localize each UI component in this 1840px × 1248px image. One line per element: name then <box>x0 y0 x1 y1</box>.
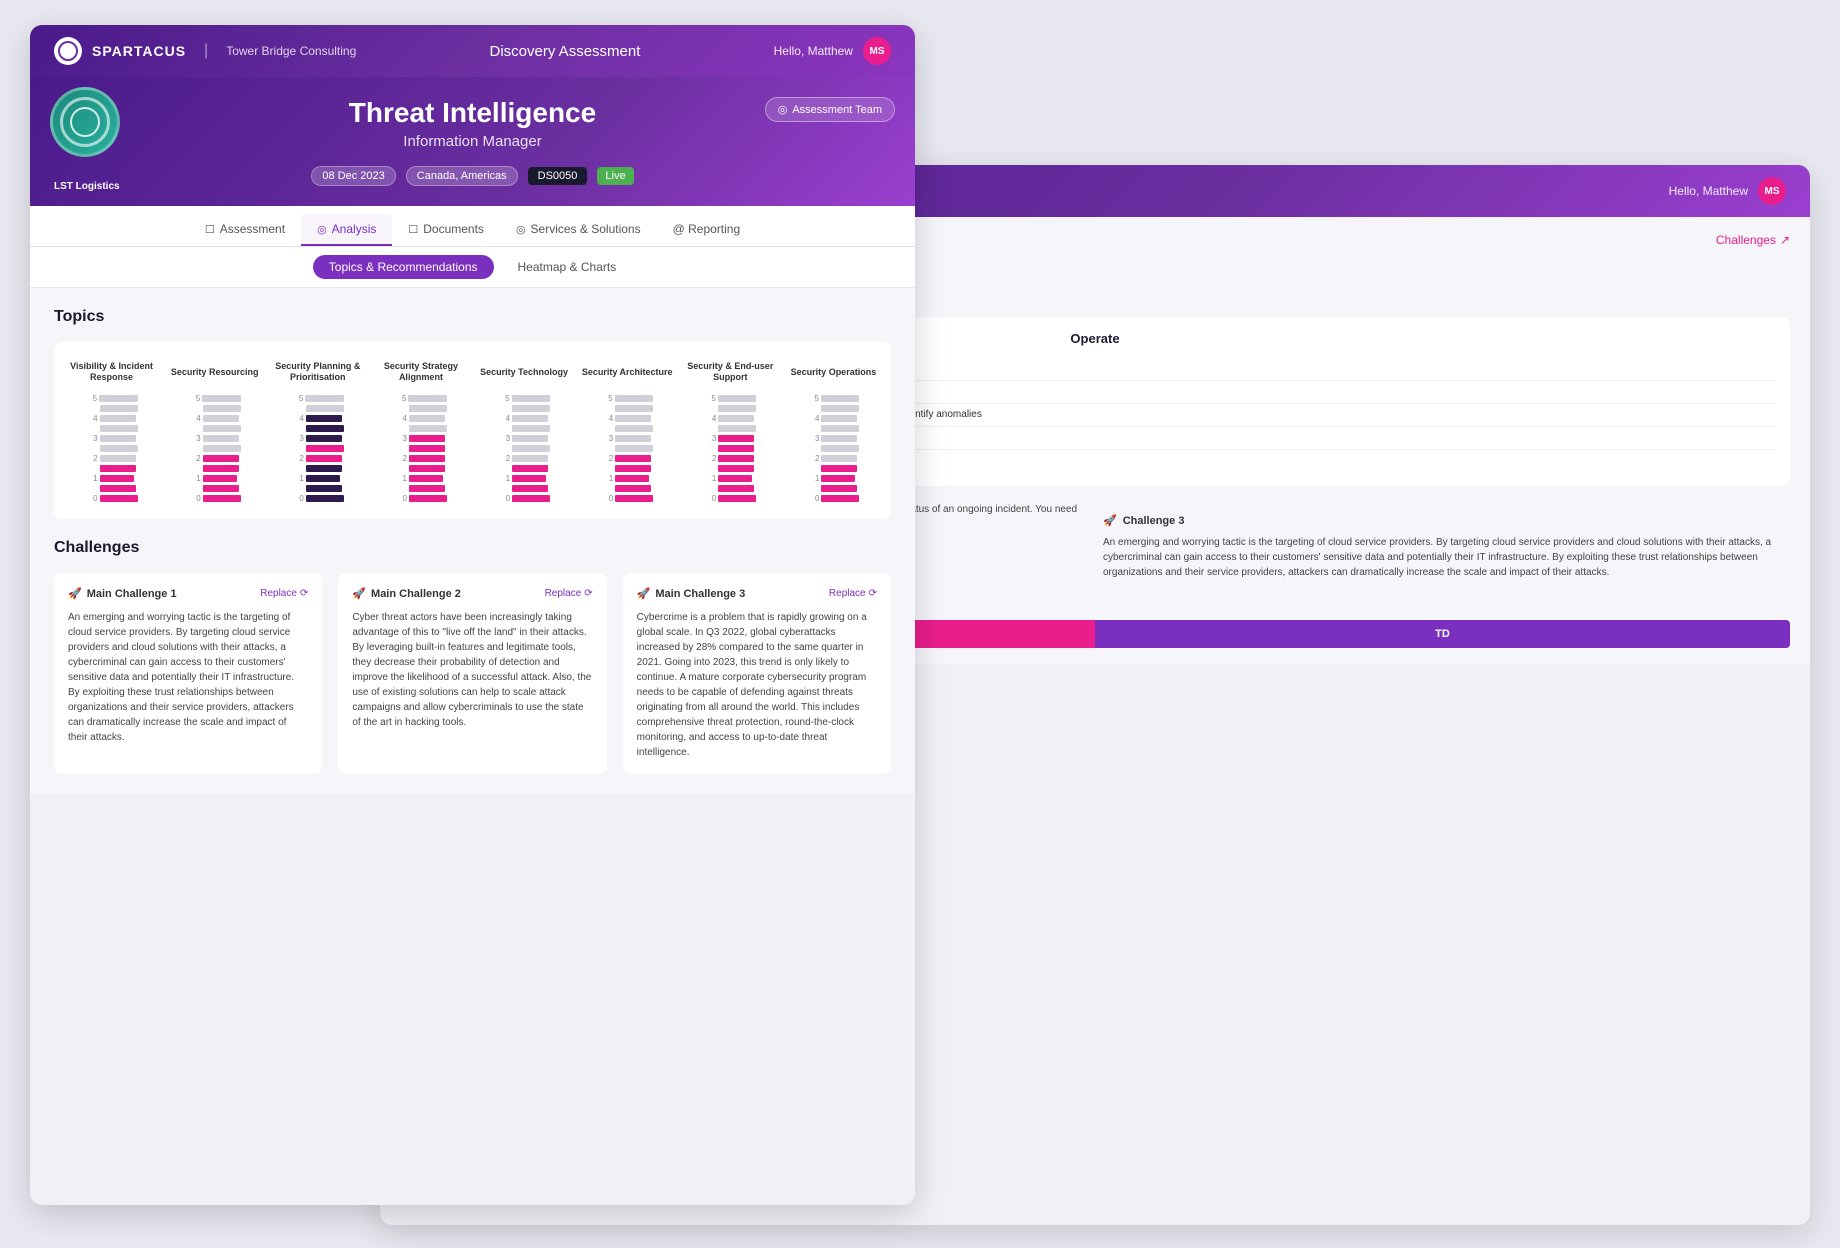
challenge-text-3: Cybercrime is a problem that is rapidly … <box>637 610 877 760</box>
challenges-title: Challenges <box>54 539 891 557</box>
tab-analysis-label: Analysis <box>332 222 377 236</box>
col-title-6: Security Architecture <box>582 358 673 386</box>
header-right: Hello, Matthew MS <box>774 37 891 65</box>
chart-col-3: Security Planning & Prioritisation 5 4 3… <box>268 358 367 503</box>
documents-icon: ☐ <box>408 223 418 236</box>
topics-chart-grid: Visibility & Incident Response 5 4 3 2 1… <box>54 342 891 519</box>
chart-col-1: Visibility & Incident Response 5 4 3 2 1… <box>62 358 161 503</box>
chart-col-2: Security Resourcing 5 4 3 2 1 0 <box>165 358 264 503</box>
replace-icon-1: ⟳ <box>300 588 308 599</box>
challenge3-text: An emerging and worrying tactic is the t… <box>1103 535 1790 580</box>
challenge-label-3: 🚀 Main Challenge 3 <box>637 587 746 600</box>
app-title: Discovery Assessment <box>490 43 641 60</box>
hero-section: LST Logistics ◎ Assessment Team Threat I… <box>30 77 915 206</box>
chart-col-4: Security Strategy Alignment 5 4 3 2 1 0 <box>371 358 470 503</box>
chart-col-6: Security Architecture 5 4 3 2 1 0 <box>578 358 677 503</box>
region-badge: Canada, Americas <box>406 166 518 186</box>
challenge-card-2: 🚀 Main Challenge 2 Replace ⟳ Cyber threa… <box>338 573 606 774</box>
challenge-header-2: 🚀 Main Challenge 2 Replace ⟳ <box>352 587 592 600</box>
company-logo <box>50 87 120 157</box>
tab-services-label: Services & Solutions <box>531 222 641 236</box>
hero-subtitle: Information Manager <box>54 133 891 150</box>
sol-td: TD <box>1095 620 1790 648</box>
bar-group-6: 5 4 3 2 1 0 <box>601 394 653 503</box>
rocket-icon-2: 🚀 <box>352 587 366 600</box>
bg-avatar: MS <box>1758 177 1786 205</box>
chart-col-8: Security Operations 5 4 3 2 1 0 <box>784 358 883 503</box>
date-badge: 08 Dec 2023 <box>311 166 395 186</box>
rocket-icon-3: 🚀 <box>637 587 651 600</box>
code-badge: DS0050 <box>528 167 588 185</box>
challenge-label-1: 🚀 Main Challenge 1 <box>68 587 177 600</box>
challenge-card-3: 🚀 Main Challenge 3 Replace ⟳ Cybercrime … <box>623 573 891 774</box>
challenge-text-1: An emerging and worrying tactic is the t… <box>68 610 308 745</box>
user-avatar: MS <box>863 37 891 65</box>
col-title-3: Security Planning & Prioritisation <box>268 358 367 386</box>
challenge3-header: 🚀 Challenge 3 <box>1103 514 1790 527</box>
chart-col-5: Security Technology 5 4 3 2 1 0 <box>475 358 574 503</box>
rocket-icon-1: 🚀 <box>68 587 82 600</box>
subtab-topics[interactable]: Topics & Recommendations <box>313 255 494 279</box>
topics-title: Topics <box>54 308 891 326</box>
bg-greeting: Hello, Matthew <box>1669 184 1748 198</box>
header-left: SPARTACUS | Tower Bridge Consulting <box>54 37 356 65</box>
tab-services[interactable]: ◎ Services & Solutions <box>500 214 657 246</box>
tab-documents[interactable]: ☐ Documents <box>392 214 500 246</box>
sub-tabs: Topics & Recommendations Heatmap & Chart… <box>30 247 915 288</box>
greeting-text: Hello, Matthew <box>774 44 853 58</box>
tab-analysis[interactable]: ◎ Analysis <box>301 214 392 246</box>
assessment-team-button[interactable]: ◎ Assessment Team <box>765 97 895 122</box>
bar-group-5: 5 4 3 2 1 0 <box>498 394 550 503</box>
main-content: Topics Visibility & Incident Response 5 … <box>30 288 915 794</box>
col-title-7: Security & End-user Support <box>681 358 780 386</box>
header-divider: | <box>204 42 208 60</box>
hero-meta: 08 Dec 2023 Canada, Americas DS0050 Live <box>54 166 891 186</box>
tab-assessment[interactable]: ☐ Assessment <box>189 214 301 246</box>
challenge-header-3: 🚀 Main Challenge 3 Replace ⟳ <box>637 587 877 600</box>
replace-button-3[interactable]: Replace ⟳ <box>829 588 877 599</box>
bar-group-8: 5 4 3 2 1 0 <box>807 394 859 503</box>
challenge-header-1: 🚀 Main Challenge 1 Replace ⟳ <box>68 587 308 600</box>
tab-reporting[interactable]: @ Reporting <box>657 214 757 246</box>
col-title-1: Visibility & Incident Response <box>62 358 161 386</box>
app-logo <box>54 37 82 65</box>
tab-assessment-label: Assessment <box>220 222 285 236</box>
challenges-grid: 🚀 Main Challenge 1 Replace ⟳ An emerging… <box>54 573 891 774</box>
col-title-5: Security Technology <box>480 358 568 386</box>
bar-group-4: 5 4 3 2 1 0 <box>395 394 447 503</box>
col-title-4: Security Strategy Alignment <box>371 358 470 386</box>
chart-col-7: Security & End-user Support 5 4 3 2 1 0 <box>681 358 780 503</box>
status-badge: Live <box>597 167 633 185</box>
tab-reporting-label: @ Reporting <box>673 222 741 236</box>
brand-name: SPARTACUS <box>92 43 186 59</box>
analysis-icon: ◎ <box>317 223 327 236</box>
challenge-text-2: Cyber threat actors have been increasing… <box>352 610 592 730</box>
challenge-label-2: 🚀 Main Challenge 2 <box>352 587 461 600</box>
main-window: SPARTACUS | Tower Bridge Consulting Disc… <box>30 25 915 1205</box>
col-title-2: Security Resourcing <box>171 358 259 386</box>
replace-button-1[interactable]: Replace ⟳ <box>260 588 308 599</box>
app-header: SPARTACUS | Tower Bridge Consulting Disc… <box>30 25 915 77</box>
subtab-heatmap[interactable]: Heatmap & Charts <box>502 255 633 279</box>
assessment-icon: ☐ <box>205 223 215 236</box>
bar-group-2: 5 4 3 2 1 0 <box>189 394 241 503</box>
replace-button-2[interactable]: Replace ⟳ <box>545 588 593 599</box>
bar-group-7: 5 4 3 2 1 0 <box>704 394 756 503</box>
challenge-card-1: 🚀 Main Challenge 1 Replace ⟳ An emerging… <box>54 573 322 774</box>
tab-documents-label: Documents <box>423 222 484 236</box>
company-name: Tower Bridge Consulting <box>226 44 356 58</box>
challenge3-section: 🚀 Challenge 3 An emerging and worrying t… <box>1103 514 1790 580</box>
bar-group-3: 5 4 3 2 1 0 <box>292 394 344 503</box>
replace-icon-3: ⟳ <box>869 588 877 599</box>
services-icon: ◎ <box>516 223 526 236</box>
replace-icon-2: ⟳ <box>584 588 592 599</box>
company-label: LST Logistics <box>54 181 120 192</box>
nav-tabs: ☐ Assessment ◎ Analysis ☐ Documents ◎ Se… <box>30 206 915 247</box>
col-title-8: Security Operations <box>791 358 877 386</box>
bar-group-1: 5 4 3 2 1 0 <box>86 394 138 503</box>
